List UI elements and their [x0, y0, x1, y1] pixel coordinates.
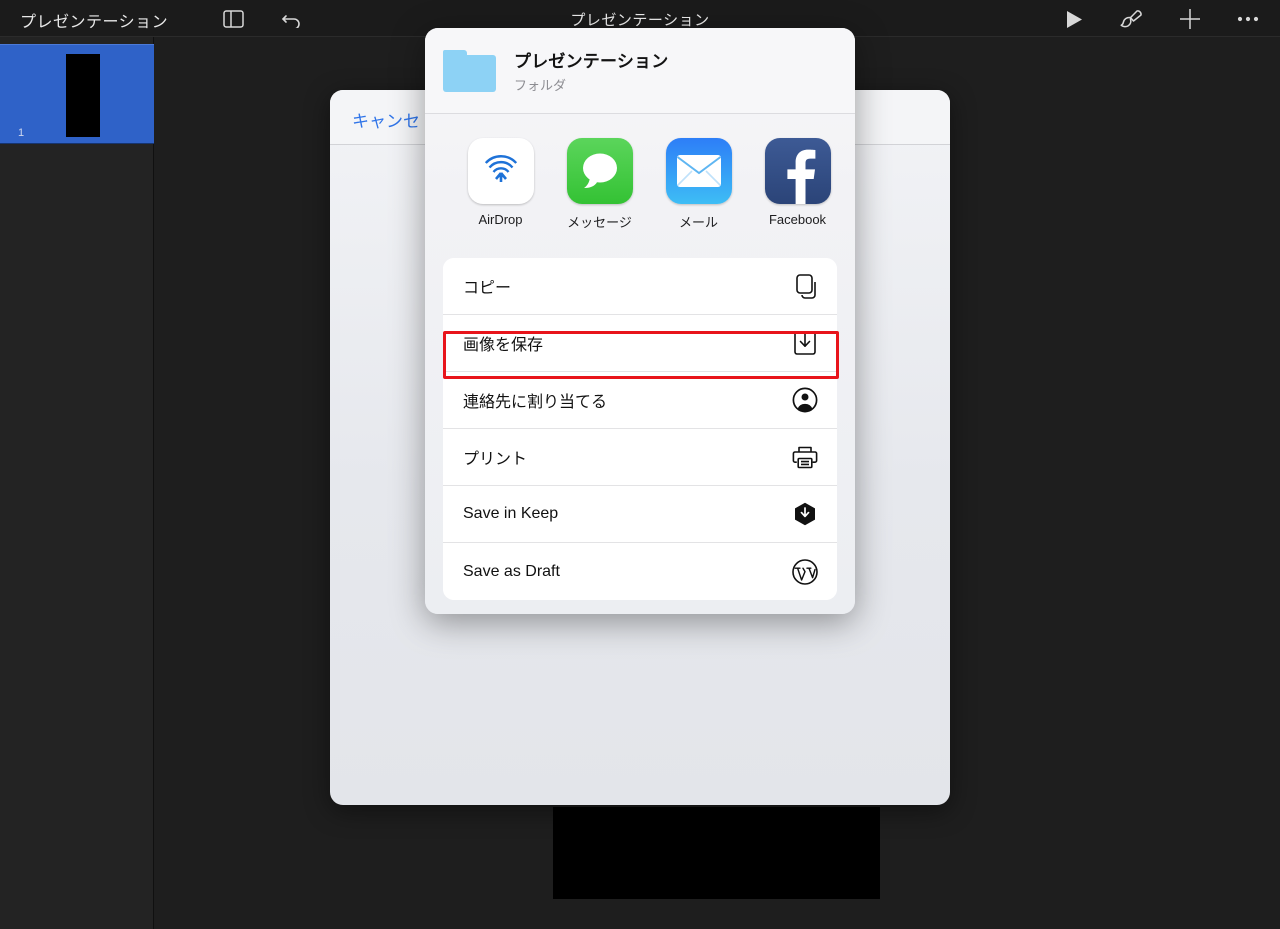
keep-icon	[791, 500, 819, 528]
share-action-label: 画像を保存	[463, 337, 544, 354]
share-target-messages[interactable]: メッセージ	[550, 138, 649, 231]
share-target-mail[interactable]: メール	[649, 138, 748, 231]
share-apps-row: AirDrop メッセージ メール Facebook	[425, 114, 855, 244]
share-action-label: Save as Draft	[463, 562, 560, 580]
share-target-label: AirDrop	[478, 212, 523, 227]
share-target-label: Facebook	[768, 212, 827, 227]
share-action-label: プリント	[463, 451, 528, 468]
share-item-title: プレゼンテーション	[514, 52, 669, 71]
cancel-button[interactable]: キャンセ	[352, 107, 420, 132]
printer-icon	[791, 443, 819, 471]
share-target-facebook[interactable]: Facebook	[748, 138, 847, 227]
share-action-label: Save in Keep	[463, 505, 559, 522]
share-item-subtitle: フォルダ	[514, 78, 567, 93]
contact-icon	[791, 386, 819, 414]
facebook-icon	[764, 138, 831, 204]
mail-icon	[665, 138, 732, 204]
slide-number: 1	[18, 127, 25, 139]
airdrop-icon	[467, 138, 534, 204]
share-action-label: 連絡先に割り当てる	[463, 394, 608, 411]
share-target-label: メッセージ	[567, 215, 632, 230]
share-action-copy[interactable]: コピー	[443, 258, 837, 315]
share-sheet-header: プレゼンテーション フォルダ	[425, 28, 855, 114]
folder-icon	[443, 49, 496, 92]
slide-navigator: 1	[0, 37, 154, 929]
wordpress-icon	[791, 558, 819, 586]
save-image-icon	[791, 329, 819, 357]
share-action-save-in-keep[interactable]: Save in Keep	[443, 486, 837, 543]
share-sheet: プレゼンテーション フォルダ AirDrop メッセージ メール Faceboo…	[425, 28, 855, 614]
share-action-label: コピー	[463, 280, 512, 297]
share-target-airdrop[interactable]: AirDrop	[451, 138, 550, 227]
share-action-assign-contact[interactable]: 連絡先に割り当てる	[443, 372, 837, 429]
copy-icon	[791, 272, 819, 300]
canvas-slide[interactable]	[553, 807, 880, 899]
share-action-save-image[interactable]: 画像を保存	[443, 315, 837, 372]
share-actions-list: コピー 画像を保存 連絡先に割り当てる プリント Save in Keep Sa…	[443, 258, 837, 600]
share-target-label: メール	[678, 215, 718, 230]
slide-thumbnail-content	[66, 54, 100, 137]
share-target-wordpress[interactable]: Wo	[847, 138, 855, 227]
share-action-save-as-draft[interactable]: Save as Draft	[443, 543, 837, 600]
share-action-print[interactable]: プリント	[443, 429, 837, 486]
messages-icon	[566, 138, 633, 204]
page-title: プレゼンテーション	[570, 12, 710, 29]
slide-thumbnail-1[interactable]: 1	[0, 44, 154, 144]
